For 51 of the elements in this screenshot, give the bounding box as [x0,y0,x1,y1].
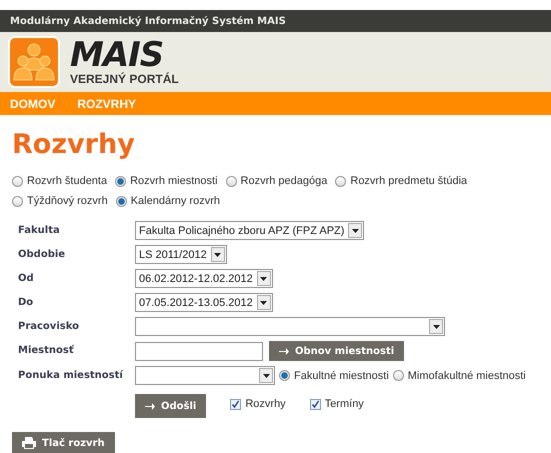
dropdown[interactable] [135,366,275,385]
radio-label: Týždňový rozvrh [27,195,108,207]
checkbox-label: Termíny [324,398,364,410]
print-button[interactable]: Tlač rozvrh [12,432,115,453]
field-label: Ponuka miestností [18,369,124,383]
system-title: Modulárny Akademický Informačný Systém MAIS [0,10,551,32]
arrow-icon [279,348,289,354]
dropdown[interactable] [135,317,445,336]
radio-label: Fakultné miestnosti [294,370,389,382]
radio-label: Rozvrh predmetu štúdia [350,175,468,187]
radio-label: Rozvrh pedagóga [240,175,328,187]
dropdown[interactable]: 07.05.2012-13.05.2012 [135,293,273,312]
caret-icon [432,324,440,328]
radio-button[interactable] [12,176,23,186]
radio-button[interactable] [279,370,290,381]
radio-button[interactable] [226,176,237,186]
caret-icon [262,374,270,378]
caret-icon [352,228,359,232]
radio-button[interactable] [116,196,127,206]
caret-icon [260,300,268,304]
radio-button[interactable] [12,196,23,206]
refresh-rooms-button[interactable]: Obnov miestnosti [269,341,404,361]
caret-icon [214,252,222,256]
page-title: Rozvrhy [12,129,136,161]
submit-button[interactable]: Odošli [135,394,206,418]
radio-label: Rozvrh miestnosti [130,175,218,187]
field-label: Miestnosť [18,344,75,358]
radio-label: Rozvrh študenta [27,175,108,187]
checkbox-label: Rozvrhy [245,398,286,410]
dropdown[interactable]: Fakulta Policajného zboru APZ (FPZ APZ) [135,221,364,240]
field-label: Fakulta [18,224,61,238]
radio-label: Mimofakultné miestnosti [408,370,526,382]
field-label: Do [18,296,34,310]
input-field[interactable] [135,342,263,360]
checkbox[interactable] [230,398,242,410]
radio-button[interactable] [115,176,126,186]
dropdown[interactable]: LS 2011/2012 [135,245,227,264]
checkbox[interactable] [310,398,321,410]
caret-icon [260,276,268,280]
radio-button[interactable] [392,370,404,381]
people-icon [8,36,60,88]
logo-text: MAIS [70,38,164,72]
radio-label: Kalendárny rozvrh [130,195,220,207]
logo-subtitle: VEREJNÝ PORTÁL [70,72,179,86]
field-label: Obdobie [18,248,66,262]
arrow-icon [145,402,155,410]
radio-button[interactable] [335,176,346,186]
field-label: Od [18,272,35,286]
field-label: Pracovisko [18,320,80,334]
dropdown[interactable]: 06.02.2012-12.02.2012 [135,269,273,288]
printer-icon [22,437,36,449]
